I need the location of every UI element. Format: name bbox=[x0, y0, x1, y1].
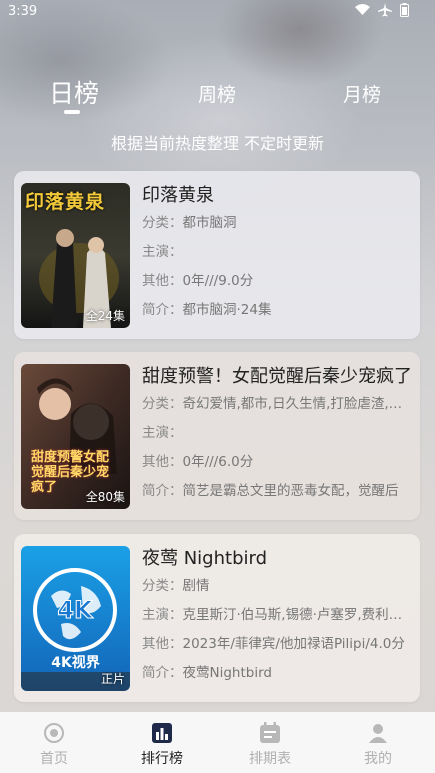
category-label: 分类： bbox=[142, 396, 183, 412]
other-label: 其他： bbox=[142, 454, 183, 470]
intro-value: 简艺是霸总文里的恶毒女配，觉醒后 bbox=[182, 483, 399, 499]
drama-title: 印落黄泉 bbox=[142, 185, 214, 206]
status-icons bbox=[355, 3, 409, 17]
other-label: 其他： bbox=[142, 273, 183, 289]
episode-count: 全24集 bbox=[85, 309, 125, 323]
other-value: 0年///6.0分 bbox=[182, 454, 254, 470]
status-time: 3:39 bbox=[8, 4, 38, 19]
cast-label: 主演： bbox=[142, 244, 183, 260]
svg-text:4K: 4K bbox=[57, 596, 94, 624]
intro-value: 夜莺Nightbird bbox=[182, 665, 272, 681]
tab-monthly[interactable]: 月榜 bbox=[343, 80, 381, 107]
status-bar: 3:39 bbox=[0, 0, 435, 24]
intro-label: 简介： bbox=[142, 483, 183, 499]
category-row: 分类：都市脑洞 bbox=[142, 209, 412, 238]
home-icon bbox=[44, 723, 64, 743]
nav-home-label: 首页 bbox=[40, 751, 68, 767]
nav-ranking-label: 排行榜 bbox=[141, 751, 183, 767]
category-label: 分类： bbox=[142, 215, 183, 231]
other-value: 2023年/菲律宾/他加禄语Pilipi/4.0分 bbox=[182, 636, 405, 652]
drama-title: 甜度预警！女配觉醒后秦少宠疯了 bbox=[142, 366, 412, 387]
poster-image[interactable]: 印落黄泉 全24集 bbox=[21, 183, 130, 328]
ranking-icon bbox=[152, 723, 172, 743]
intro-value: 都市脑洞·24集 bbox=[182, 302, 272, 318]
cast-value: 克里斯汀·伯马斯,锡德·卢塞罗,费利克斯 bbox=[182, 607, 413, 623]
nav-profile[interactable]: 我的 bbox=[324, 712, 432, 773]
other-row: 其他：0年///9.0分 bbox=[142, 267, 412, 296]
cast-row: 主演： bbox=[142, 238, 412, 267]
bottom-navigation: 首页 排行榜 排期表 我的 bbox=[0, 712, 435, 773]
category-row: 分类：剧情 bbox=[142, 572, 412, 601]
intro-row: 简介：简艺是霸总文里的恶毒女配，觉醒后 bbox=[142, 477, 412, 506]
tab-weekly[interactable]: 周榜 bbox=[198, 80, 236, 107]
battery-icon bbox=[400, 3, 409, 17]
poster-image[interactable]: 甜度预警女配觉醒后秦少宠疯了 全80集 bbox=[21, 364, 130, 509]
other-label: 其他： bbox=[142, 636, 183, 652]
airplane-icon bbox=[378, 3, 392, 17]
poster-title: 4K视界 bbox=[51, 655, 100, 671]
episode-count: 全80集 bbox=[85, 490, 125, 504]
other-row: 其他：2023年/菲律宾/他加禄语Pilipi/4.0分 bbox=[142, 630, 412, 659]
category-label: 分类： bbox=[142, 578, 183, 594]
nav-home[interactable]: 首页 bbox=[0, 712, 108, 773]
nav-ranking[interactable]: 排行榜 bbox=[108, 712, 216, 773]
episode-count: 正片 bbox=[100, 672, 125, 686]
category-value: 剧情 bbox=[182, 578, 210, 594]
cast-row: 主演：克里斯汀·伯马斯,锡德·卢塞罗,费利克斯 bbox=[142, 601, 412, 630]
ranking-tabs: 日榜 周榜 月榜 bbox=[0, 74, 435, 114]
nav-schedule[interactable]: 排期表 bbox=[216, 712, 324, 773]
nav-profile-label: 我的 bbox=[364, 751, 392, 767]
profile-icon bbox=[369, 724, 387, 743]
nav-schedule-label: 排期表 bbox=[249, 751, 291, 767]
poster-image[interactable]: 4K 4K视界 正片 bbox=[21, 546, 130, 691]
ranking-subtitle: 根据当前热度整理 不定时更新 bbox=[110, 134, 325, 153]
cast-label: 主演： bbox=[142, 607, 183, 623]
intro-label: 简介： bbox=[142, 302, 183, 318]
tab-active-indicator bbox=[64, 110, 80, 114]
calendar-icon bbox=[260, 722, 280, 743]
poster-title: 印落黄泉 bbox=[25, 191, 106, 213]
other-row: 其他：0年///6.0分 bbox=[142, 448, 412, 477]
cast-row: 主演： bbox=[142, 419, 412, 448]
drama-card[interactable]: 甜度预警女配觉醒后秦少宠疯了 全80集 甜度预警！女配觉醒后秦少宠疯了 分类：奇… bbox=[14, 352, 420, 520]
category-value: 都市脑洞 bbox=[182, 215, 237, 231]
wifi-icon bbox=[355, 4, 370, 15]
category-value: 奇幻爱情,都市,日久生情,打脸虐渣,逆袭 bbox=[182, 396, 413, 412]
drama-title: 夜莺 Nightbird bbox=[142, 548, 268, 569]
intro-row: 简介：夜莺Nightbird bbox=[142, 659, 412, 688]
drama-card[interactable]: 4K 4K视界 正片 夜莺 Nightbird 分类：剧情 主演：克里斯汀·伯马… bbox=[14, 534, 420, 702]
tab-daily[interactable]: 日榜 bbox=[49, 74, 99, 110]
drama-card[interactable]: 印落黄泉 全24集 印落黄泉 分类：都市脑洞 主演： 其他：0年///9.0分 … bbox=[14, 171, 420, 339]
cast-label: 主演： bbox=[142, 425, 183, 441]
intro-row: 简介：都市脑洞·24集 bbox=[142, 296, 412, 325]
intro-label: 简介： bbox=[142, 665, 183, 681]
category-row: 分类：奇幻爱情,都市,日久生情,打脸虐渣,逆袭 bbox=[142, 390, 412, 419]
other-value: 0年///9.0分 bbox=[182, 273, 254, 289]
